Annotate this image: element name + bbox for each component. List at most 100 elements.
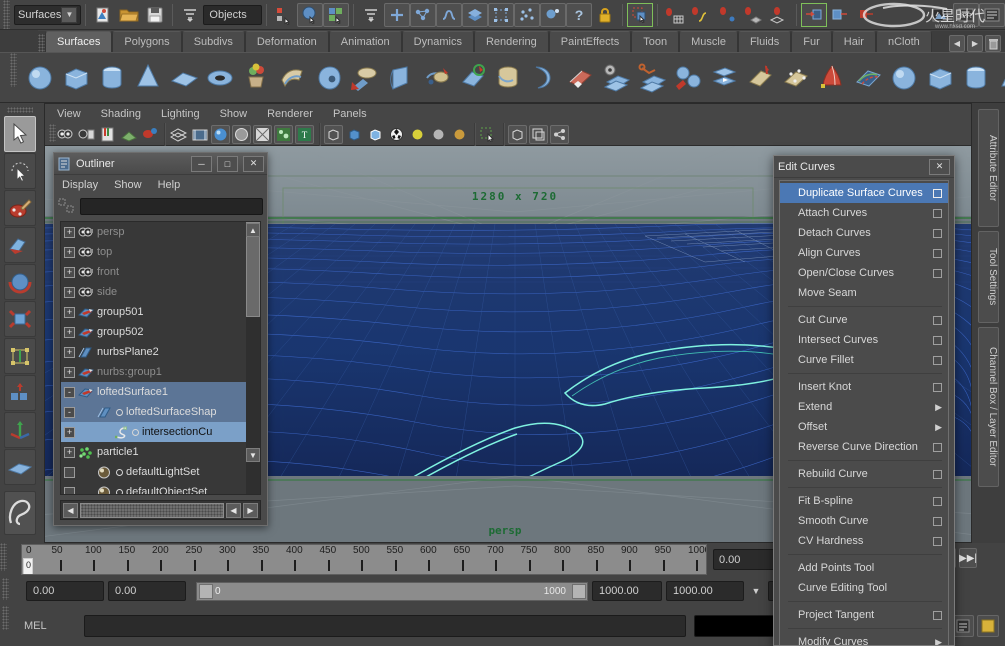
component-mask-menu-icon[interactable] [358,3,384,27]
scale-tool[interactable] [4,301,36,337]
default-light-icon[interactable] [408,125,427,144]
outliner-close-button[interactable]: ✕ [243,156,264,172]
range-slider-grip[interactable] [2,578,9,600]
backface-culling-icon[interactable] [529,125,548,144]
lock-selection-icon[interactable] [592,3,618,27]
menu-set-dropdown[interactable]: Surfaces ▼ [14,5,81,25]
outliner-expander[interactable]: + [64,307,75,318]
image-plane-icon[interactable] [119,125,138,144]
save-scene-icon[interactable] [142,3,168,27]
shelf-tab-muscle[interactable]: Muscle [679,31,738,52]
menu-option-box-icon[interactable] [933,189,942,198]
outliner-expander[interactable]: + [64,447,75,458]
camera-attributes-icon[interactable] [77,125,96,144]
nurbs-cone-icon[interactable] [131,61,165,95]
nurbs-plane-icon[interactable] [167,61,201,95]
time-slider-track[interactable]: 0501001502002503003504004505005506006507… [21,544,707,575]
shadows-icon[interactable] [450,125,469,144]
edit-curves-close-button[interactable]: ✕ [929,159,950,175]
menu-option-box-icon[interactable] [933,383,942,392]
anim-end-time-field[interactable]: 0.00 [108,581,186,601]
attach-surfaces-icon[interactable] [707,61,741,95]
outliner-item-defaultobjectset[interactable]: defaultObjectSet [61,482,260,495]
flat-shade-icon[interactable] [366,125,385,144]
outliner-item-top[interactable]: +top [61,242,260,262]
outliner-menu-show[interactable]: Show [114,179,142,191]
universal-manipulator-tool[interactable] [4,338,36,374]
new-scene-icon[interactable] [90,3,116,27]
menu-item-curve-fillet[interactable]: Curve Fillet [780,350,948,370]
handles-mask-icon[interactable] [384,3,410,27]
outliner-item-group501[interactable]: +group501 [61,302,260,322]
menu-item-duplicate-surface-curves[interactable]: Duplicate Surface Curves [780,183,948,203]
shelf-tab-hair[interactable]: Hair [832,31,876,52]
shelf-tab-animation[interactable]: Animation [329,31,402,52]
outliner-minimize-button[interactable]: ─ [191,156,212,172]
deformers-mask-icon[interactable] [488,3,514,27]
outliner-horizontal-scrollbar[interactable]: ◀ ◀ ▶ [60,500,261,520]
playback-end-field[interactable]: 1000.00 [666,581,744,601]
range-bar[interactable]: 0 1000 [196,582,588,601]
anim-start-time-field[interactable]: 0.00 [26,581,104,601]
surfaces-mask-icon[interactable] [462,3,488,27]
menu-item-curve-editing-tool[interactable]: Curve Editing Tool [780,578,948,598]
soft-modification-tool[interactable] [4,375,36,411]
menu-option-box-icon[interactable] [933,537,942,546]
render-settings-icon[interactable] [979,3,1005,27]
tab-attribute-editor[interactable]: Attribute Editor [978,109,999,227]
outliner-expander[interactable]: + [64,347,75,358]
nurbs-square-icon[interactable] [275,61,309,95]
all-lights-icon[interactable] [429,125,448,144]
menu-option-box-icon[interactable] [933,336,942,345]
tool-box-grip[interactable] [7,107,33,113]
command-input[interactable] [84,615,686,637]
outliner-item-intersectioncu[interactable]: +intersectionCu [61,422,260,442]
lighting-display-icon[interactable] [274,125,293,144]
texture-display-icon[interactable] [253,125,272,144]
shelf-tab-painteffects[interactable]: PaintEffects [549,31,632,52]
menu-item-fit-b-spline[interactable]: Fit B-spline [780,491,948,511]
highlight-selection-icon[interactable] [627,3,653,27]
two-d-pan-zoom-icon[interactable] [140,125,159,144]
shelf-tab-deformation[interactable]: Deformation [245,31,329,52]
status-line-grip[interactable] [3,0,10,29]
shelf-trash-icon[interactable] [985,35,1001,52]
help-line-icon[interactable] [977,615,999,637]
render-current-frame-icon[interactable] [927,3,953,27]
xray-joints-icon[interactable] [508,125,527,144]
insert-isoparm-icon[interactable] [635,61,669,95]
shelf-options-icon[interactable] [0,30,38,52]
rotate-tool[interactable] [4,264,36,300]
outliner-hscroll-right-page[interactable]: ▶ [243,503,258,518]
smooth-shade-icon[interactable] [345,125,364,144]
rendering-mask-icon[interactable] [540,3,566,27]
snap-to-grid-icon[interactable] [662,3,688,27]
snap-to-projected-center-icon[interactable] [740,3,766,27]
revolve-icon[interactable] [311,61,345,95]
shelf-tab-dynamics[interactable]: Dynamics [402,31,474,52]
menu-item-modify-curves[interactable]: Modify Curves▶ [780,632,948,645]
shelf-tab-fur[interactable]: Fur [791,31,832,52]
open-close-surfaces-icon[interactable] [815,61,849,95]
outliner-search-input[interactable] [80,198,263,215]
menu-item-detach-curves[interactable]: Detach Curves [780,223,948,243]
menu-item-insert-knot[interactable]: Insert Knot [780,377,948,397]
nurbs-torus-icon[interactable] [203,61,237,95]
wireframe-on-shaded-icon[interactable] [232,125,251,144]
shelf-tab-rendering[interactable]: Rendering [474,31,549,52]
offset-surface-icon[interactable] [671,61,705,95]
filter-icon[interactable] [58,198,76,214]
viewport-icon-grip[interactable] [49,124,56,142]
loft-icon[interactable] [347,61,381,95]
command-language-label[interactable]: MEL [24,620,76,632]
outliner-item-particle1[interactable]: +particle1 [61,442,260,462]
outliner-expander[interactable]: + [64,227,75,238]
boundary-icon[interactable] [491,61,525,95]
input-connections-icon[interactable] [801,3,827,27]
shelf-tab-toon[interactable]: Toon [631,31,679,52]
curves-mask-icon[interactable] [436,3,462,27]
outliner-item-front[interactable]: +front [61,262,260,282]
outliner-menu-help[interactable]: Help [158,179,181,191]
menu-item-cut-curve[interactable]: Cut Curve [780,310,948,330]
select-camera-icon[interactable] [56,125,75,144]
